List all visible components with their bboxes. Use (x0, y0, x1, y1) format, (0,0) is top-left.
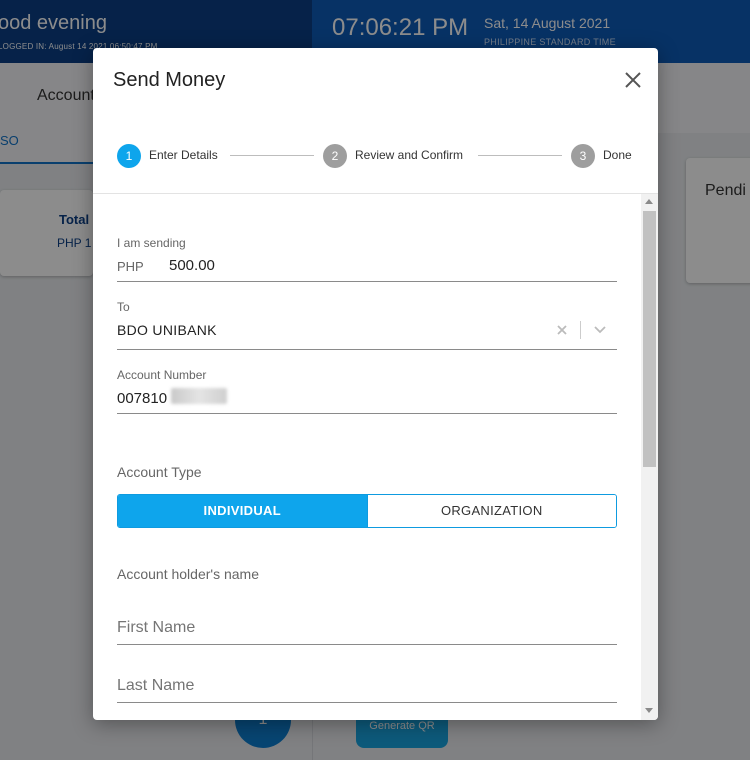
send-money-form: I am sending PHP 500.00 To BDO UNIBANK A… (117, 194, 617, 720)
last-name-input[interactable] (117, 677, 617, 695)
first-name-underline (117, 644, 617, 645)
account-number-label: Account Number (117, 368, 207, 382)
to-label: To (117, 300, 130, 314)
redacted-digits (171, 388, 227, 404)
step-3-label: Done (603, 148, 632, 162)
step-2-label: Review and Confirm (355, 148, 464, 162)
organization-option[interactable]: ORGANIZATION (366, 495, 616, 527)
scroll-up-arrow-icon[interactable] (645, 199, 653, 204)
step-2-indicator: 2 (323, 144, 347, 168)
amount-input[interactable]: 500.00 (169, 257, 215, 274)
step-3-indicator: 3 (571, 144, 595, 168)
amount-underline (117, 281, 617, 282)
account-type-label: Account Type (117, 464, 202, 480)
bank-underline (117, 349, 617, 350)
clear-icon[interactable] (555, 323, 569, 337)
scroll-thumb[interactable] (643, 211, 656, 467)
individual-option[interactable]: INDIVIDUAL (118, 495, 367, 527)
send-money-modal: Send Money 1 Enter Details 2 Review and … (93, 48, 658, 720)
close-icon (625, 72, 641, 88)
scroll-down-arrow-icon[interactable] (645, 708, 653, 713)
amount-label: I am sending (117, 236, 186, 250)
step-connector (230, 155, 314, 156)
close-button[interactable] (621, 68, 645, 92)
modal-title: Send Money (113, 69, 226, 91)
first-name-input[interactable] (117, 619, 617, 637)
step-connector (478, 155, 562, 156)
bank-select[interactable]: BDO UNIBANK (117, 322, 217, 338)
account-number-underline (117, 413, 617, 414)
chevron-down-icon[interactable] (593, 325, 607, 335)
account-type-toggle: INDIVIDUAL ORGANIZATION (117, 494, 617, 528)
holder-name-label: Account holder's name (117, 566, 259, 582)
last-name-underline (117, 702, 617, 703)
scrollbar[interactable] (641, 194, 658, 720)
step-1-indicator: 1 (117, 144, 141, 168)
currency-label: PHP (117, 259, 144, 274)
step-1-label: Enter Details (149, 148, 218, 162)
select-separator (580, 321, 581, 339)
account-number-input[interactable]: 007810 (117, 390, 167, 407)
stepper: 1 Enter Details 2 Review and Confirm 3 D… (117, 144, 637, 168)
